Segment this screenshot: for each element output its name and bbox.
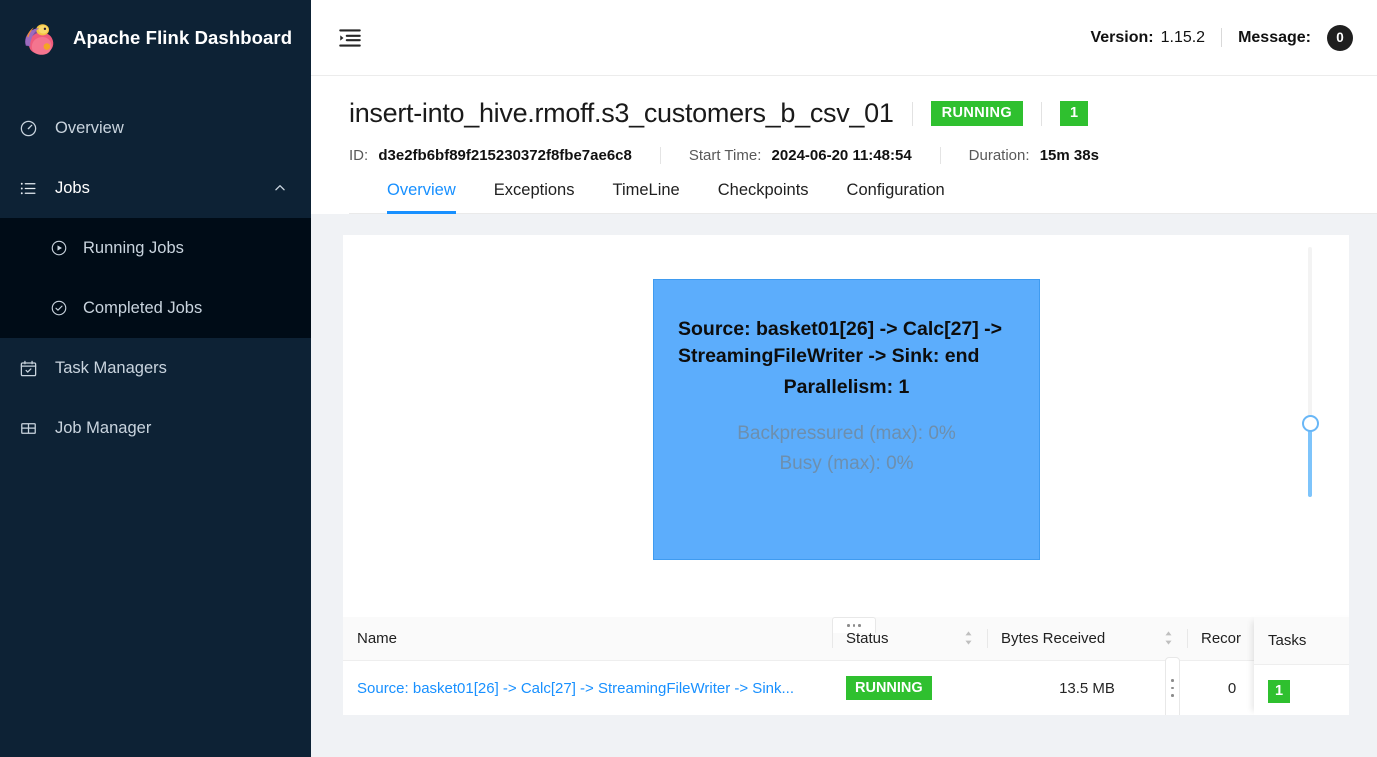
node-name: Source: basket01[26] -> Calc[27] -> Stre… — [678, 317, 1003, 367]
start-time-value: 2024-06-20 11:48:54 — [771, 147, 912, 164]
overview-content: Source: basket01[26] -> Calc[27] -> Stre… — [311, 214, 1377, 715]
sidebar-item-label: Task Managers — [55, 358, 167, 377]
sidebar-item-running-jobs[interactable]: Running Jobs — [0, 218, 311, 278]
topbar-divider — [1221, 28, 1223, 47]
row-status-badge: RUNNING — [846, 675, 932, 701]
column-header-tasks[interactable]: Tasks — [1254, 616, 1349, 665]
version-info: Version: 1.15.2 — [1090, 29, 1205, 47]
flink-squirrel-logo — [18, 17, 60, 59]
sidebar-nav: Overview Jobs Running Jobs Completed Job… — [0, 98, 311, 458]
sidebar-subitem-label: Completed Jobs — [83, 298, 203, 317]
title-divider-2 — [1041, 101, 1043, 126]
list-icon — [18, 178, 39, 199]
page-title: insert-into_hive.rmoff.s3_customers_b_cs… — [349, 98, 894, 128]
zoom-slider-fill — [1308, 424, 1312, 497]
drag-dots-icon — [847, 624, 861, 627]
menu-fold-icon[interactable] — [337, 25, 363, 51]
sidebar-subitem-label: Running Jobs — [83, 238, 184, 257]
chevron-up-icon[interactable] — [273, 181, 287, 195]
node-backpressured: Backpressured (max): 0% — [737, 423, 956, 445]
job-id: ID: d3e2fb6bf89f215230372f8fbe7ae6c8 — [349, 147, 632, 164]
job-graph[interactable]: Source: basket01[26] -> Calc[27] -> Stre… — [343, 235, 1349, 617]
job-title-row: insert-into_hive.rmoff.s3_customers_b_cs… — [349, 98, 1377, 129]
vertices-table-region: Name Status Bytes Received Recor Source:… — [343, 616, 1349, 715]
sidebar-item-label: Jobs — [55, 178, 90, 197]
grid-icon — [18, 418, 39, 439]
tab-exceptions[interactable]: Exceptions — [494, 181, 575, 213]
table-resize-handle-horizontal[interactable] — [832, 616, 876, 633]
sidebar-item-completed-jobs[interactable]: Completed Jobs — [0, 278, 311, 338]
sort-icon[interactable] — [964, 630, 973, 646]
dashboard-icon — [18, 118, 39, 139]
graph-zoom-slider[interactable] — [1302, 246, 1319, 497]
job-meta-row: ID: d3e2fb6bf89f215230372f8fbe7ae6c8 Sta… — [349, 147, 1377, 164]
column-resize-handle-vertical[interactable] — [1165, 656, 1180, 715]
node-busy: Busy (max): 0% — [779, 452, 914, 474]
job-start-time: Start Time: 2024-06-20 11:48:54 — [689, 147, 912, 164]
message-count-badge[interactable]: 0 — [1327, 24, 1353, 51]
tasks-badge: 1 — [1268, 680, 1291, 703]
calendar-check-icon — [18, 358, 39, 379]
job-header: insert-into_hive.rmoff.s3_customers_b_cs… — [311, 76, 1377, 214]
status-badge: RUNNING — [930, 101, 1024, 126]
check-circle-icon — [48, 298, 69, 319]
meta-divider — [659, 147, 661, 164]
task-count-badge: 1 — [1060, 101, 1089, 126]
drag-dot — [1171, 686, 1174, 690]
vertex-name-link[interactable]: Source: basket01[26] -> Calc[27] -> Stre… — [357, 680, 794, 697]
job-id-value: d3e2fb6bf89f215230372f8fbe7ae6c8 — [378, 147, 632, 164]
version-value: 1.15.2 — [1160, 28, 1206, 46]
start-time-label: Start Time: — [688, 147, 762, 164]
column-header-bytes-label: Bytes Received — [1001, 629, 1106, 647]
job-graph-node[interactable]: Source: basket01[26] -> Calc[27] -> Stre… — [653, 278, 1040, 560]
job-duration: Duration: 15m 38s — [969, 147, 1099, 164]
main-content: Version: 1.15.2 Message: 0 insert-into_h… — [311, 0, 1377, 757]
jobs-submenu: Running Jobs Completed Jobs — [0, 218, 311, 338]
cell-tasks: 1 — [1254, 665, 1349, 715]
node-parallelism: Parallelism: 1 — [783, 376, 910, 399]
duration-label: Duration: — [968, 147, 1030, 164]
job-id-label: ID: — [349, 147, 369, 164]
tab-timeline[interactable]: TimeLine — [612, 181, 679, 213]
message-label: Message: — [1238, 28, 1311, 46]
cell-status: RUNNING — [832, 660, 987, 715]
duration-value: 15m 38s — [1039, 147, 1099, 164]
topbar: Version: 1.15.2 Message: 0 — [311, 0, 1377, 76]
node-metrics: Backpressured (max): 0% Busy (max): 0% — [678, 419, 1015, 478]
meta-divider-2 — [939, 147, 941, 164]
brand-title: Apache Flink Dashboard — [73, 27, 293, 48]
drag-dot — [1171, 694, 1174, 697]
title-divider — [911, 101, 913, 126]
cell-name[interactable]: Source: basket01[26] -> Calc[27] -> Stre… — [343, 660, 832, 715]
tab-overview[interactable]: Overview — [387, 181, 456, 214]
brand[interactable]: Apache Flink Dashboard — [0, 0, 311, 76]
sidebar-item-task-managers[interactable]: Task Managers — [0, 338, 311, 398]
message-info[interactable]: Message: 0 — [1238, 24, 1353, 51]
overview-panel: Source: basket01[26] -> Calc[27] -> Stre… — [343, 234, 1349, 715]
play-circle-icon — [48, 238, 69, 259]
sort-icon[interactable] — [1164, 630, 1173, 646]
sidebar-item-label: Job Manager — [55, 418, 152, 437]
drag-dot — [1171, 679, 1174, 682]
flink-dashboard-app: Apache Flink Dashboard Overview Jobs Run… — [0, 0, 1377, 757]
table-body: Source: basket01[26] -> Calc[27] -> Stre… — [343, 660, 1349, 715]
sidebar-item-job-manager[interactable]: Job Manager — [0, 398, 311, 458]
sidebar-item-overview[interactable]: Overview — [0, 98, 311, 158]
column-header-bytes-received[interactable]: Bytes Received — [987, 616, 1187, 661]
job-tabs: Overview Exceptions TimeLine Checkpoints… — [349, 181, 1377, 214]
version-label: Version: — [1090, 28, 1154, 46]
sidebar-item-label: Overview — [55, 118, 124, 137]
tab-configuration[interactable]: Configuration — [847, 181, 945, 213]
column-header-name[interactable]: Name — [343, 616, 832, 661]
tasks-fixed-column: Tasks 1 — [1254, 616, 1349, 715]
tab-checkpoints[interactable]: Checkpoints — [718, 181, 809, 213]
table-row[interactable]: Source: basket01[26] -> Calc[27] -> Stre… — [343, 660, 1349, 715]
zoom-slider-handle[interactable] — [1302, 414, 1319, 432]
topbar-right: Version: 1.15.2 Message: 0 — [1090, 24, 1353, 51]
cell-bytes-received: 13.5 MB — [987, 660, 1187, 715]
sidebar-item-jobs[interactable]: Jobs — [0, 158, 311, 218]
sidebar: Apache Flink Dashboard Overview Jobs Run… — [0, 0, 311, 757]
